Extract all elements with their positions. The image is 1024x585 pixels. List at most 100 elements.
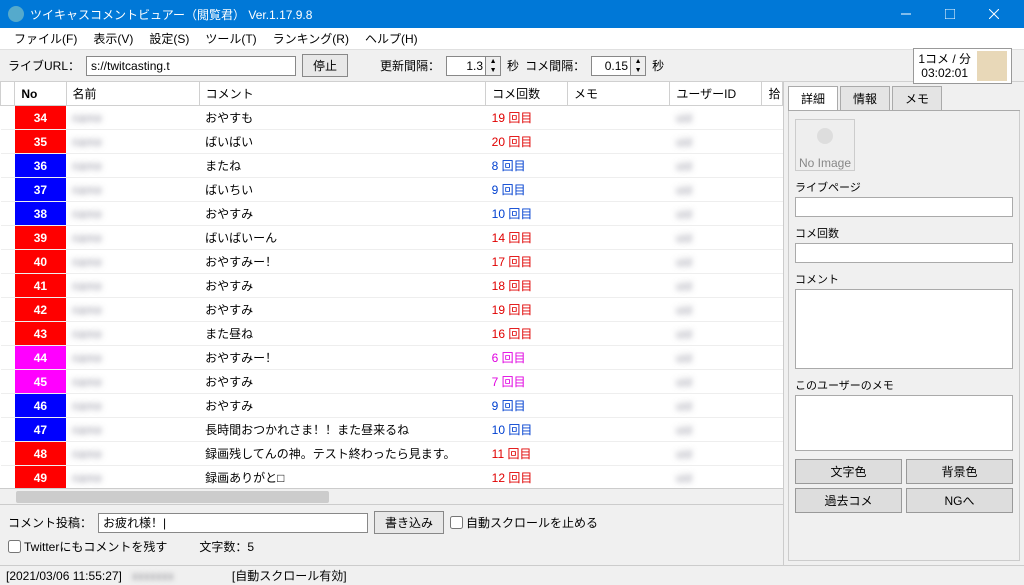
cell-name: name <box>66 322 199 346</box>
cell-uid: uid <box>670 370 762 394</box>
cell-count: 7 回目 <box>486 370 568 394</box>
usermemo-label: このユーザーのメモ <box>795 377 1013 393</box>
cell-ext <box>762 418 783 442</box>
cell-ext <box>762 106 783 130</box>
table-row[interactable]: 36nameまたね8 回目uid <box>1 154 783 178</box>
ng-button[interactable]: NGへ <box>906 488 1013 513</box>
cell-no: 37 <box>15 178 66 202</box>
cell-uid: uid <box>670 154 762 178</box>
cell-uid: uid <box>670 442 762 466</box>
table-row[interactable]: 38nameおやすみ10 回目uid <box>1 202 783 226</box>
menu-settings[interactable]: 設定(S) <box>141 28 197 49</box>
livepage-box[interactable] <box>795 197 1013 217</box>
table-row[interactable]: 34nameおやすも19 回目uid <box>1 106 783 130</box>
table-row[interactable]: 37nameばいちい9 回目uid <box>1 178 783 202</box>
cell-memo <box>568 226 670 250</box>
header-blank[interactable] <box>1 82 15 106</box>
cell-ext <box>762 466 783 489</box>
cell-comment: おやすみ <box>199 202 486 226</box>
table-row[interactable]: 41nameおやすみ18 回目uid <box>1 274 783 298</box>
header-memo[interactable]: メモ <box>568 82 670 106</box>
tab-info[interactable]: 情報 <box>840 86 890 110</box>
cell-name: name <box>66 466 199 489</box>
row-gutter <box>1 106 15 130</box>
cell-ext <box>762 298 783 322</box>
minimize-button[interactable] <box>884 0 928 28</box>
menu-view[interactable]: 表示(V) <box>85 28 141 49</box>
tab-detail[interactable]: 詳細 <box>788 86 838 110</box>
cell-comment: おやすも <box>199 106 486 130</box>
twitter-also-check[interactable]: Twitterにもコメントを残す <box>8 538 167 555</box>
header-ext[interactable]: 拾 <box>762 82 783 106</box>
cell-comment: おやすみ <box>199 394 486 418</box>
menu-help[interactable]: ヘルプ(H) <box>357 28 426 49</box>
textcolor-button[interactable]: 文字色 <box>795 459 902 484</box>
menu-ranking[interactable]: ランキング(R) <box>265 28 357 49</box>
rate-thumbnail <box>977 51 1007 81</box>
table-row[interactable]: 45nameおやすみ7 回目uid <box>1 370 783 394</box>
cell-name: name <box>66 202 199 226</box>
maximize-button[interactable] <box>928 0 972 28</box>
stop-button[interactable]: 停止 <box>302 54 348 77</box>
twitter-also-checkbox[interactable] <box>8 540 21 553</box>
cell-no: 39 <box>15 226 66 250</box>
table-row[interactable]: 35nameばいばい20 回目uid <box>1 130 783 154</box>
cell-count: 18 回目 <box>486 274 568 298</box>
table-row[interactable]: 40nameおやすみー！17 回目uid <box>1 250 783 274</box>
table-row[interactable]: 46nameおやすみ9 回目uid <box>1 394 783 418</box>
cell-uid: uid <box>670 106 762 130</box>
update-interval-input[interactable] <box>446 56 486 76</box>
cell-no: 43 <box>15 322 66 346</box>
comment-box[interactable] <box>795 289 1013 369</box>
compose-submit[interactable]: 書き込み <box>374 511 444 534</box>
menu-file[interactable]: ファイル(F) <box>6 28 85 49</box>
table-row[interactable]: 49name録画ありがと□12 回目uid <box>1 466 783 489</box>
sec-label-2: 秒 <box>652 57 664 74</box>
row-gutter <box>1 226 15 250</box>
h-scrollbar[interactable] <box>0 488 783 504</box>
usermemo-box[interactable] <box>795 395 1013 451</box>
header-comment[interactable]: コメント <box>199 82 486 106</box>
stop-autoscroll-checkbox[interactable] <box>450 516 463 529</box>
table-row[interactable]: 42nameおやすみ19 回目uid <box>1 298 783 322</box>
status-timestamp: [2021/03/06 11:55:27] <box>6 569 122 583</box>
compose-input[interactable] <box>98 513 368 533</box>
cell-comment: 録画ありがと□ <box>199 466 486 489</box>
past-button[interactable]: 過去コメ <box>795 488 902 513</box>
table-row[interactable]: 43nameまた昼ね16 回目uid <box>1 322 783 346</box>
row-gutter <box>1 346 15 370</box>
cell-name: name <box>66 298 199 322</box>
tab-memo[interactable]: メモ <box>892 86 942 110</box>
stop-autoscroll-check[interactable]: 自動スクロールを止める <box>450 514 598 531</box>
table-row[interactable]: 48name録画残してんの神。テスト終わったら見ます。11 回目uid <box>1 442 783 466</box>
cell-ext <box>762 442 783 466</box>
bgcolor-button[interactable]: 背景色 <box>906 459 1013 484</box>
cell-no: 36 <box>15 154 66 178</box>
update-interval-spinner[interactable]: ▲▼ <box>486 56 501 76</box>
row-gutter <box>1 394 15 418</box>
row-gutter <box>1 298 15 322</box>
menu-tools[interactable]: ツール(T) <box>197 28 264 49</box>
rate-line1: 1コメ / 分 <box>918 52 971 66</box>
header-count[interactable]: コメ回数 <box>486 82 568 106</box>
table-row[interactable]: 39nameばいばいーん14 回目uid <box>1 226 783 250</box>
row-gutter <box>1 466 15 489</box>
table-row[interactable]: 47name長時間おつかれさま！！また昼来るね10 回目uid <box>1 418 783 442</box>
cell-no: 47 <box>15 418 66 442</box>
comment-interval-input[interactable] <box>591 56 631 76</box>
comment-interval-spinner[interactable]: ▲▼ <box>631 56 646 76</box>
row-gutter <box>1 274 15 298</box>
row-gutter <box>1 130 15 154</box>
cell-memo <box>568 178 670 202</box>
cell-count: 6 回目 <box>486 346 568 370</box>
header-no[interactable]: No <box>15 82 66 106</box>
close-button[interactable] <box>972 0 1016 28</box>
header-uid[interactable]: ユーザーID <box>670 82 762 106</box>
cell-no: 45 <box>15 370 66 394</box>
cell-ext <box>762 346 783 370</box>
cell-comment: ばいばいーん <box>199 226 486 250</box>
table-row[interactable]: 44nameおやすみー！6 回目uid <box>1 346 783 370</box>
header-name[interactable]: 名前 <box>66 82 199 106</box>
live-url-input[interactable] <box>86 56 296 76</box>
cell-uid: uid <box>670 202 762 226</box>
